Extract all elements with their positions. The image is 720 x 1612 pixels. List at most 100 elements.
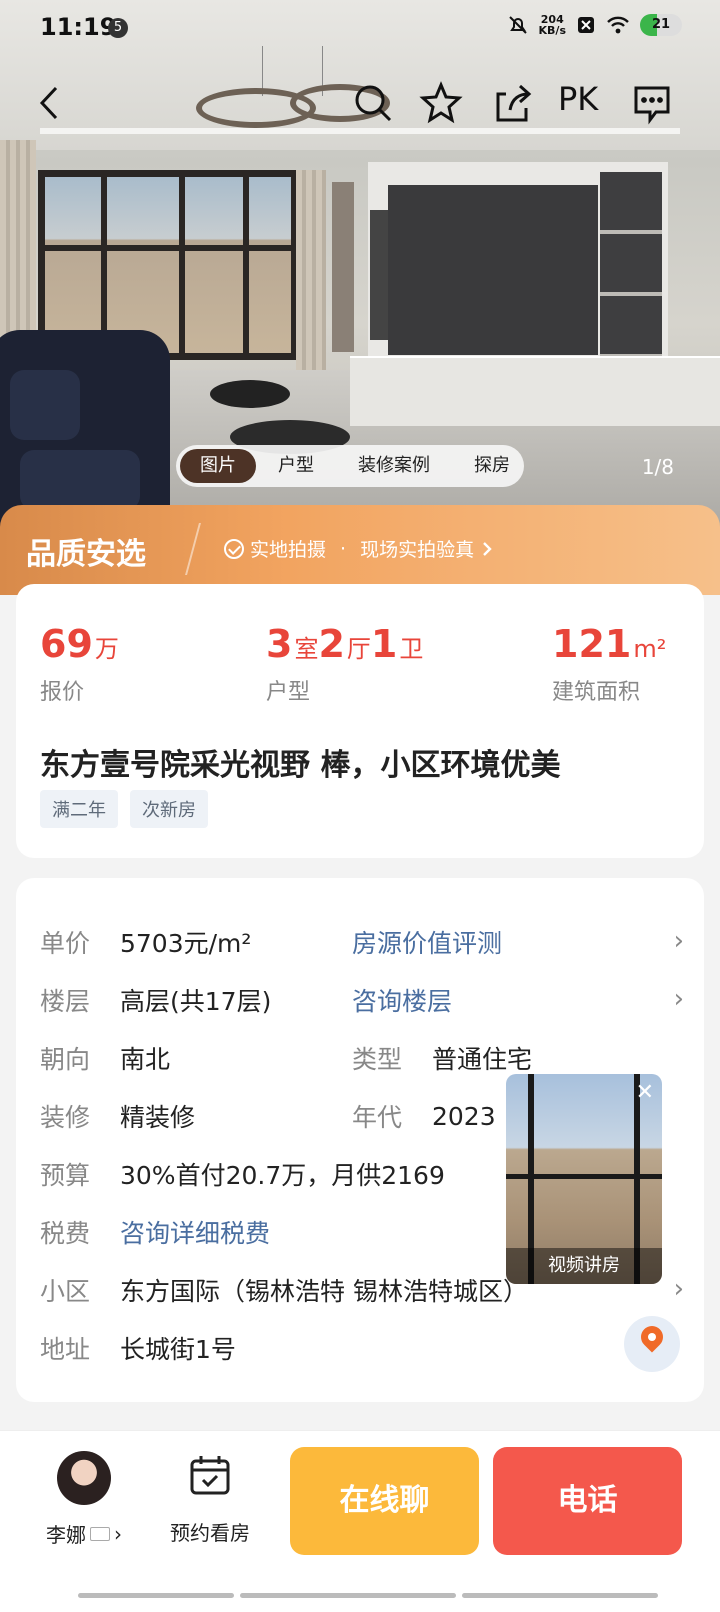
layout-stat: 3 室 2 厅 1 卫 户型 <box>266 622 423 706</box>
id-card-icon <box>90 1526 110 1541</box>
favorite-button[interactable] <box>418 80 464 126</box>
chevron-right-icon[interactable]: › <box>674 1274 684 1304</box>
chevron-right-icon <box>483 541 492 556</box>
detail-key: 年代 <box>352 1103 403 1132</box>
battery-icon: 21 <box>640 14 682 36</box>
window-mullion <box>101 177 107 353</box>
search-button[interactable] <box>350 80 396 126</box>
detail-row-budget: 预算 30%首付20.7万，月供2169 <box>40 1156 445 1192</box>
detail-key: 税费 <box>40 1219 91 1248</box>
detail-row-decoration: 装修 精装修 年代 2023 <box>40 1098 496 1134</box>
chevron-right-icon[interactable]: › <box>674 926 684 956</box>
appointment-button[interactable]: 预约看房 <box>160 1451 260 1546</box>
calendar-check-icon <box>190 1456 230 1495</box>
tab-photos[interactable]: 图片 <box>180 449 256 483</box>
window-transom <box>45 245 291 251</box>
detail-key: 地址 <box>40 1335 91 1364</box>
back-button[interactable] <box>34 80 64 126</box>
quality-subtitle-a: 实地拍摄 <box>250 539 327 561</box>
tab-house-tour[interactable]: 探房 <box>452 449 532 483</box>
detail-value: 高层(共17层) <box>120 987 272 1016</box>
detail-value: 5703元/m² <box>120 929 252 958</box>
net-speed: 204 KB/s <box>539 14 566 36</box>
star-icon <box>419 81 463 124</box>
tab-decoration-cases[interactable]: 装修案例 <box>336 449 452 483</box>
detail-value: 东方国际（锡林浩特 锡林浩特城区） <box>120 1277 528 1306</box>
layout-halls-unit: 厅 <box>346 635 371 663</box>
area-label: 建筑面积 <box>552 680 641 705</box>
quality-subtitle-b: 现场实拍验真 <box>360 539 475 561</box>
detail-row-orientation: 朝向 南北 类型 普通住宅 <box>40 1040 532 1076</box>
detail-value: 长城街1号 <box>120 1335 236 1364</box>
close-icon[interactable]: ✕ <box>636 1080 654 1105</box>
layout-baths: 1 <box>370 622 398 666</box>
price-number: 69 <box>40 622 93 666</box>
layout-baths-unit: 卫 <box>399 635 424 663</box>
detail-row-floor: 楼层 高层(共17层) 咨询楼层 <box>40 982 452 1018</box>
agent-name-row: 李娜 › <box>34 1519 134 1548</box>
message-button[interactable] <box>632 80 672 126</box>
window-mullion <box>243 177 249 353</box>
chevron-right-icon[interactable]: › <box>674 984 684 1014</box>
status-time: 11:19 <box>40 13 117 41</box>
quality-subtitle: 实地拍摄 · 现场实拍验真 <box>224 535 494 562</box>
video-tour-label: 视频讲房 <box>506 1248 662 1284</box>
photo-tv-panel <box>388 185 598 355</box>
detail-value: 2023 <box>432 1101 496 1131</box>
gallery-tabs: 图片 户型 装修案例 探房 <box>176 445 524 487</box>
detail-value: 精装修 <box>120 1103 196 1132</box>
back-icon <box>39 86 58 120</box>
home-indicator <box>462 1593 658 1598</box>
tag: 满二年 <box>40 790 118 828</box>
quality-subtitle-sep: · <box>340 537 347 560</box>
photo-shelf-left <box>370 210 388 340</box>
check-circle-icon <box>224 538 244 559</box>
search-icon <box>355 85 392 122</box>
valuation-link[interactable]: 房源价值评测 <box>352 924 502 960</box>
detail-key: 预算 <box>40 1161 91 1190</box>
layout-halls: 2 <box>318 622 345 666</box>
layout-rooms-unit: 室 <box>294 635 319 663</box>
price-value: 69 万 <box>40 622 119 666</box>
sofa-cushion <box>20 450 140 510</box>
tax-consult-link[interactable]: 咨询详细税费 <box>120 1214 270 1250</box>
quality-banner[interactable]: 品质安选 实地拍摄 · 现场实拍验真 <box>0 505 720 595</box>
wifi-icon <box>607 16 629 34</box>
detail-row-unit-price: 单价 5703元/m² 房源价值评测 <box>40 924 502 960</box>
detail-key: 朝向 <box>40 1045 91 1074</box>
detail-row-community[interactable]: 小区 东方国际（锡林浩特 锡林浩特城区） <box>40 1272 528 1308</box>
layout-label: 户型 <box>266 680 311 705</box>
detail-value: 普通住宅 <box>432 1045 533 1074</box>
window-mullion <box>179 177 185 353</box>
share-button[interactable] <box>490 80 536 126</box>
call-button[interactable]: 电话 <box>493 1447 682 1555</box>
net-speed-unit: KB/s <box>538 24 566 37</box>
listing-tags: 满二年 次新房 <box>40 790 208 828</box>
photo-curtain-right <box>296 170 326 370</box>
home-indicator <box>78 1593 234 1598</box>
avatar <box>57 1451 111 1505</box>
area-number: 121 <box>552 622 632 666</box>
pk-button[interactable]: PK <box>558 80 598 126</box>
quality-title: 品质安选 <box>26 537 146 572</box>
detail-key: 装修 <box>40 1103 91 1132</box>
map-location-button[interactable] <box>624 1316 680 1372</box>
detail-value: 南北 <box>120 1045 171 1074</box>
area-value: 121 m² <box>552 622 666 666</box>
photo-shelf <box>600 172 662 362</box>
tab-floorplan[interactable]: 户型 <box>256 449 336 483</box>
home-indicator <box>240 1593 456 1598</box>
location-pin-icon <box>636 1321 668 1353</box>
floor-consult-link[interactable]: 咨询楼层 <box>352 982 452 1018</box>
chevron-right-icon: › <box>114 1521 122 1546</box>
appointment-label: 预约看房 <box>170 1521 250 1545</box>
photo-curtain-left <box>0 140 36 360</box>
agent-profile[interactable]: 李娜 › <box>34 1451 134 1548</box>
price-unit: 万 <box>94 635 119 663</box>
tag: 次新房 <box>130 790 208 828</box>
detail-key: 类型 <box>352 1045 403 1074</box>
price-label: 报价 <box>40 680 85 705</box>
photo-door <box>332 182 354 352</box>
video-tour-float[interactable]: ✕ 视频讲房 <box>506 1074 662 1284</box>
online-chat-button[interactable]: 在线聊 <box>290 1447 479 1555</box>
